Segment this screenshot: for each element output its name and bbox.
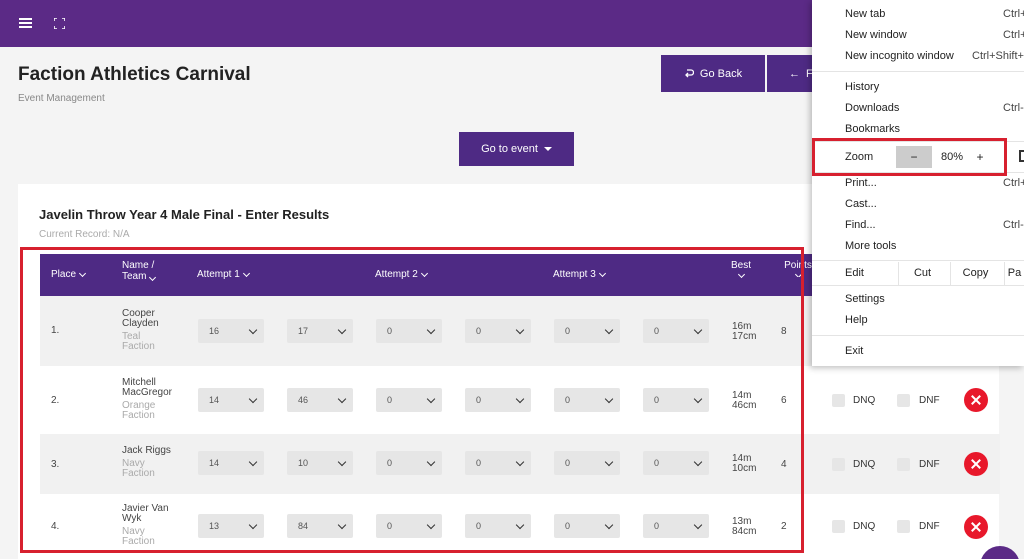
menu-item-find[interactable]: Find...	[845, 219, 876, 231]
menu-item-cast[interactable]: Cast...	[845, 198, 877, 210]
fullscreen-icon[interactable]	[54, 18, 65, 29]
go-to-event-button[interactable]: Go to event	[459, 132, 574, 166]
go-back-button[interactable]: Go Back	[661, 55, 765, 92]
dnf-label: DNF	[919, 395, 940, 406]
menu-item-edit: Edit	[845, 267, 864, 279]
page-title: Faction Athletics Carnival	[18, 64, 251, 85]
shortcut-new-incognito: Ctrl+Shift+	[972, 50, 1024, 62]
table-highlight-annotation	[20, 247, 804, 553]
dnf-checkbox[interactable]	[897, 394, 910, 407]
caret-down-icon	[543, 147, 552, 151]
shortcut-find: Ctrl-	[1003, 219, 1024, 231]
shortcut-downloads: Ctrl-	[1003, 102, 1024, 114]
dnq-checkbox[interactable]	[832, 520, 845, 533]
edit-cut-button[interactable]: Cut	[898, 262, 946, 285]
event-title: Javelin Throw Year 4 Male Final - Enter …	[39, 207, 330, 222]
menu-item-more-tools[interactable]: More tools	[845, 240, 896, 252]
page-subtitle: Event Management	[18, 93, 105, 104]
menu-item-new-incognito[interactable]: New incognito window	[845, 50, 954, 62]
menu-item-exit[interactable]: Exit	[845, 345, 863, 357]
remove-athlete-icon[interactable]	[964, 515, 988, 539]
dnf-label: DNF	[919, 521, 940, 532]
menu-divider	[812, 71, 1024, 72]
remove-athlete-icon[interactable]	[964, 452, 988, 476]
dnq-label: DNQ	[853, 395, 876, 406]
menu-divider	[812, 335, 1024, 336]
menu-item-settings[interactable]: Settings	[845, 293, 885, 305]
menu-item-new-window[interactable]: New window	[845, 29, 907, 41]
menu-divider	[812, 285, 1024, 286]
dnq-checkbox[interactable]	[832, 394, 845, 407]
current-record: Current Record: N/A	[39, 229, 130, 240]
go-back-label: Go Back	[699, 67, 743, 80]
browser-menu: New tab Ctrl+ New window Ctrl+ New incog…	[812, 0, 1024, 366]
zoom-highlight-annotation	[812, 138, 1007, 176]
edit-paste-button[interactable]: Pa	[1004, 262, 1024, 285]
menu-item-downloads[interactable]: Downloads	[845, 102, 899, 114]
remove-athlete-icon[interactable]	[964, 388, 988, 412]
menu-item-print[interactable]: Print...	[845, 177, 877, 189]
dnq-label: DNQ	[853, 521, 876, 532]
menu-item-history[interactable]: History	[845, 81, 879, 93]
fullscreen-icon[interactable]	[1019, 150, 1024, 162]
shortcut-new-tab: Ctrl+	[1003, 8, 1024, 20]
menu-item-bookmarks[interactable]: Bookmarks	[845, 123, 900, 135]
dnf-checkbox[interactable]	[897, 458, 910, 471]
hamburger-menu-icon[interactable]	[19, 18, 32, 28]
menu-item-new-tab[interactable]: New tab	[845, 8, 885, 20]
shortcut-print: Ctrl+	[1003, 177, 1024, 189]
return-arrow-icon	[684, 68, 694, 77]
dnf-label: DNF	[919, 459, 940, 470]
menu-item-help[interactable]: Help	[845, 314, 868, 326]
dnq-label: DNQ	[853, 459, 876, 470]
go-to-event-label: Go to event	[481, 143, 538, 155]
dnf-checkbox[interactable]	[897, 520, 910, 533]
shortcut-new-window: Ctrl+	[1003, 29, 1024, 41]
menu-divider	[812, 260, 1024, 261]
edit-copy-button[interactable]: Copy	[950, 262, 1000, 285]
left-arrow-icon: ←	[789, 67, 800, 80]
dnq-checkbox[interactable]	[832, 458, 845, 471]
